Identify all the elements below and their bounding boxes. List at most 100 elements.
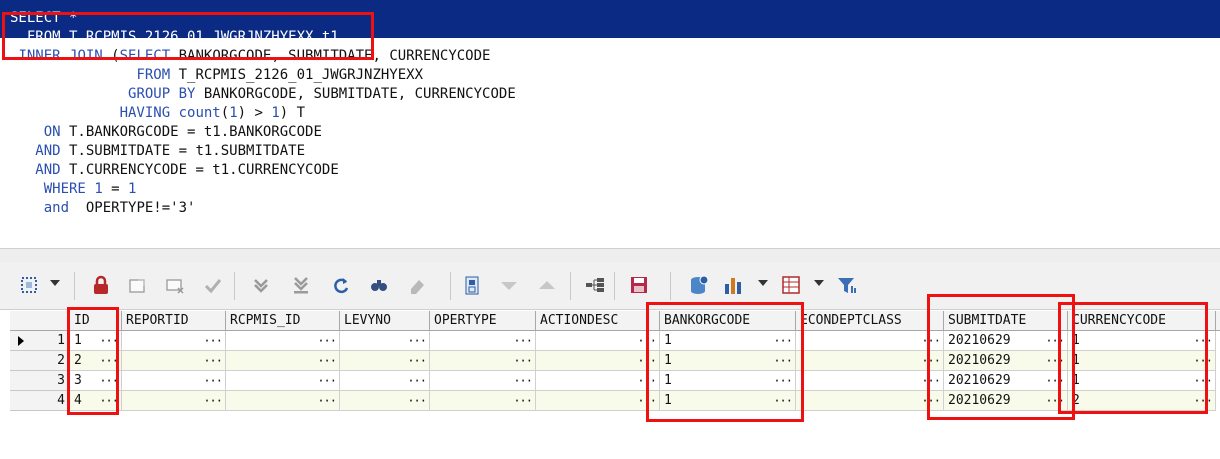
cell-editor-ellipsis-icon[interactable]: ··· (407, 371, 427, 390)
column-header-submitdate[interactable]: SUBMITDATE (944, 311, 1068, 331)
cell-reportid[interactable]: ··· (122, 371, 226, 391)
cell-bankorgcode[interactable]: 1 ··· (660, 371, 796, 391)
cell-actiondesc[interactable]: ··· (536, 331, 660, 351)
cell-editor-ellipsis-icon[interactable]: ··· (921, 351, 941, 370)
cell-editor-ellipsis-icon[interactable]: ··· (407, 331, 427, 350)
cell-econdeptclass[interactable]: ··· (796, 391, 944, 411)
cell-editor-ellipsis-icon[interactable]: ··· (317, 331, 337, 350)
cell-editor-ellipsis-icon[interactable]: ··· (1045, 371, 1065, 390)
cell-actiondesc[interactable]: ··· (536, 371, 660, 391)
cell-rcpmis_id[interactable]: ··· (226, 331, 340, 351)
cell-editor-ellipsis-icon[interactable]: ··· (203, 351, 223, 370)
column-header-levyno[interactable]: LEVYNO (340, 311, 430, 331)
cell-submitdate[interactable]: 20210629 ··· (944, 371, 1068, 391)
cell-editor-ellipsis-icon[interactable]: ··· (773, 371, 793, 390)
cell-editor-ellipsis-icon[interactable]: ··· (99, 331, 119, 350)
last-record-icon[interactable] (286, 270, 316, 300)
cell-rcpmis_id[interactable]: ··· (226, 351, 340, 371)
cell-id[interactable]: 1 ··· (70, 331, 122, 351)
cell-editor-ellipsis-icon[interactable]: ··· (637, 331, 657, 350)
column-header-reportid[interactable]: REPORTID (122, 311, 226, 331)
cell-id[interactable]: 3 ··· (70, 371, 122, 391)
cell-editor-ellipsis-icon[interactable]: ··· (773, 391, 793, 410)
cell-editor-ellipsis-icon[interactable]: ··· (203, 331, 223, 350)
cell-editor-ellipsis-icon[interactable]: ··· (513, 331, 533, 350)
column-header-opertype[interactable]: OPERTYPE (430, 311, 536, 331)
cell-editor-ellipsis-icon[interactable]: ··· (773, 351, 793, 370)
chart-icon[interactable] (718, 270, 748, 300)
cell-opertype[interactable]: ··· (430, 351, 536, 371)
cell-econdeptclass[interactable]: ··· (796, 331, 944, 351)
row-header[interactable]: 3 (10, 371, 70, 391)
cell-actiondesc[interactable]: ··· (536, 351, 660, 371)
lock-icon[interactable] (86, 270, 116, 300)
save-icon[interactable] (624, 270, 654, 300)
find-icon[interactable] (364, 270, 394, 300)
cell-editor-ellipsis-icon[interactable]: ··· (773, 331, 793, 350)
cell-reportid[interactable]: ··· (122, 351, 226, 371)
cell-editor-ellipsis-icon[interactable]: ··· (1045, 351, 1065, 370)
column-header-bankorgcode[interactable]: BANKORGCODE (660, 311, 796, 331)
cell-editor-ellipsis-icon[interactable]: ··· (317, 351, 337, 370)
select-mode-icon[interactable] (14, 270, 44, 300)
cell-editor-ellipsis-icon[interactable]: ··· (513, 371, 533, 390)
refresh-icon[interactable] (326, 270, 356, 300)
cell-editor-ellipsis-icon[interactable]: ··· (317, 391, 337, 410)
cell-editor-ellipsis-icon[interactable]: ··· (1045, 331, 1065, 350)
tree-icon[interactable] (580, 270, 610, 300)
cell-reportid[interactable]: ··· (122, 331, 226, 351)
cell-opertype[interactable]: ··· (430, 371, 536, 391)
filter-icon[interactable] (832, 270, 862, 300)
cell-rcpmis_id[interactable]: ··· (226, 371, 340, 391)
cell-editor-ellipsis-icon[interactable]: ··· (203, 371, 223, 390)
cell-editor-ellipsis-icon[interactable]: ··· (637, 371, 657, 390)
cell-editor-ellipsis-icon[interactable]: ··· (317, 371, 337, 390)
cell-opertype[interactable]: ··· (430, 391, 536, 411)
cell-submitdate[interactable]: 20210629 ··· (944, 351, 1068, 371)
cell-editor-ellipsis-icon[interactable]: ··· (99, 371, 119, 390)
cell-id[interactable]: 4 ··· (70, 391, 122, 411)
cell-currencycode[interactable]: 1 ··· (1068, 371, 1216, 391)
cell-editor-ellipsis-icon[interactable]: ··· (921, 371, 941, 390)
cell-rcpmis_id[interactable]: ··· (226, 391, 340, 411)
delete-record-icon[interactable] (160, 270, 190, 300)
next-record-icon[interactable] (246, 270, 276, 300)
column-header-actiondesc[interactable]: ACTIONDESC (536, 311, 660, 331)
sort-desc-icon[interactable] (494, 270, 524, 300)
cell-econdeptclass[interactable]: ··· (796, 371, 944, 391)
cell-editor-ellipsis-icon[interactable]: ··· (1193, 351, 1213, 370)
cell-editor-ellipsis-icon[interactable]: ··· (1193, 391, 1213, 410)
cell-econdeptclass[interactable]: ··· (796, 351, 944, 371)
row-header[interactable]: 2 (10, 351, 70, 371)
row-header[interactable]: 1 (10, 331, 70, 351)
cell-levyno[interactable]: ··· (340, 331, 430, 351)
cell-opertype[interactable]: ··· (430, 331, 536, 351)
new-record-icon[interactable] (122, 270, 152, 300)
cell-editor-ellipsis-icon[interactable]: ··· (203, 391, 223, 410)
cell-editor-ellipsis-icon[interactable]: ··· (407, 351, 427, 370)
cell-bankorgcode[interactable]: 1 ··· (660, 351, 796, 371)
cell-editor-ellipsis-icon[interactable]: ··· (1193, 331, 1213, 350)
row-header[interactable]: 4 (10, 391, 70, 411)
column-header-id[interactable]: ID (70, 311, 122, 331)
cell-submitdate[interactable]: 20210629 ··· (944, 331, 1068, 351)
grid-layout-icon[interactable] (776, 270, 806, 300)
clear-icon[interactable] (402, 270, 432, 300)
db-refresh-icon[interactable] (684, 270, 714, 300)
cell-editor-ellipsis-icon[interactable]: ··· (513, 351, 533, 370)
cell-editor-ellipsis-icon[interactable]: ··· (637, 391, 657, 410)
cell-submitdate[interactable]: 20210629 ··· (944, 391, 1068, 411)
cell-editor-ellipsis-icon[interactable]: ··· (637, 351, 657, 370)
cell-bankorgcode[interactable]: 1 ··· (660, 331, 796, 351)
cell-editor-ellipsis-icon[interactable]: ··· (921, 331, 941, 350)
chart-dropdown-icon[interactable] (758, 280, 768, 286)
cell-levyno[interactable]: ··· (340, 351, 430, 371)
cell-reportid[interactable]: ··· (122, 391, 226, 411)
sort-asc-icon[interactable] (532, 270, 562, 300)
cell-editor-ellipsis-icon[interactable]: ··· (513, 391, 533, 410)
post-icon[interactable] (198, 270, 228, 300)
column-header-c[interactable]: C (1216, 311, 1220, 331)
export-icon[interactable] (458, 270, 488, 300)
cell-currencycode[interactable]: 2 ··· (1068, 391, 1216, 411)
cell-editor-ellipsis-icon[interactable]: ··· (99, 351, 119, 370)
